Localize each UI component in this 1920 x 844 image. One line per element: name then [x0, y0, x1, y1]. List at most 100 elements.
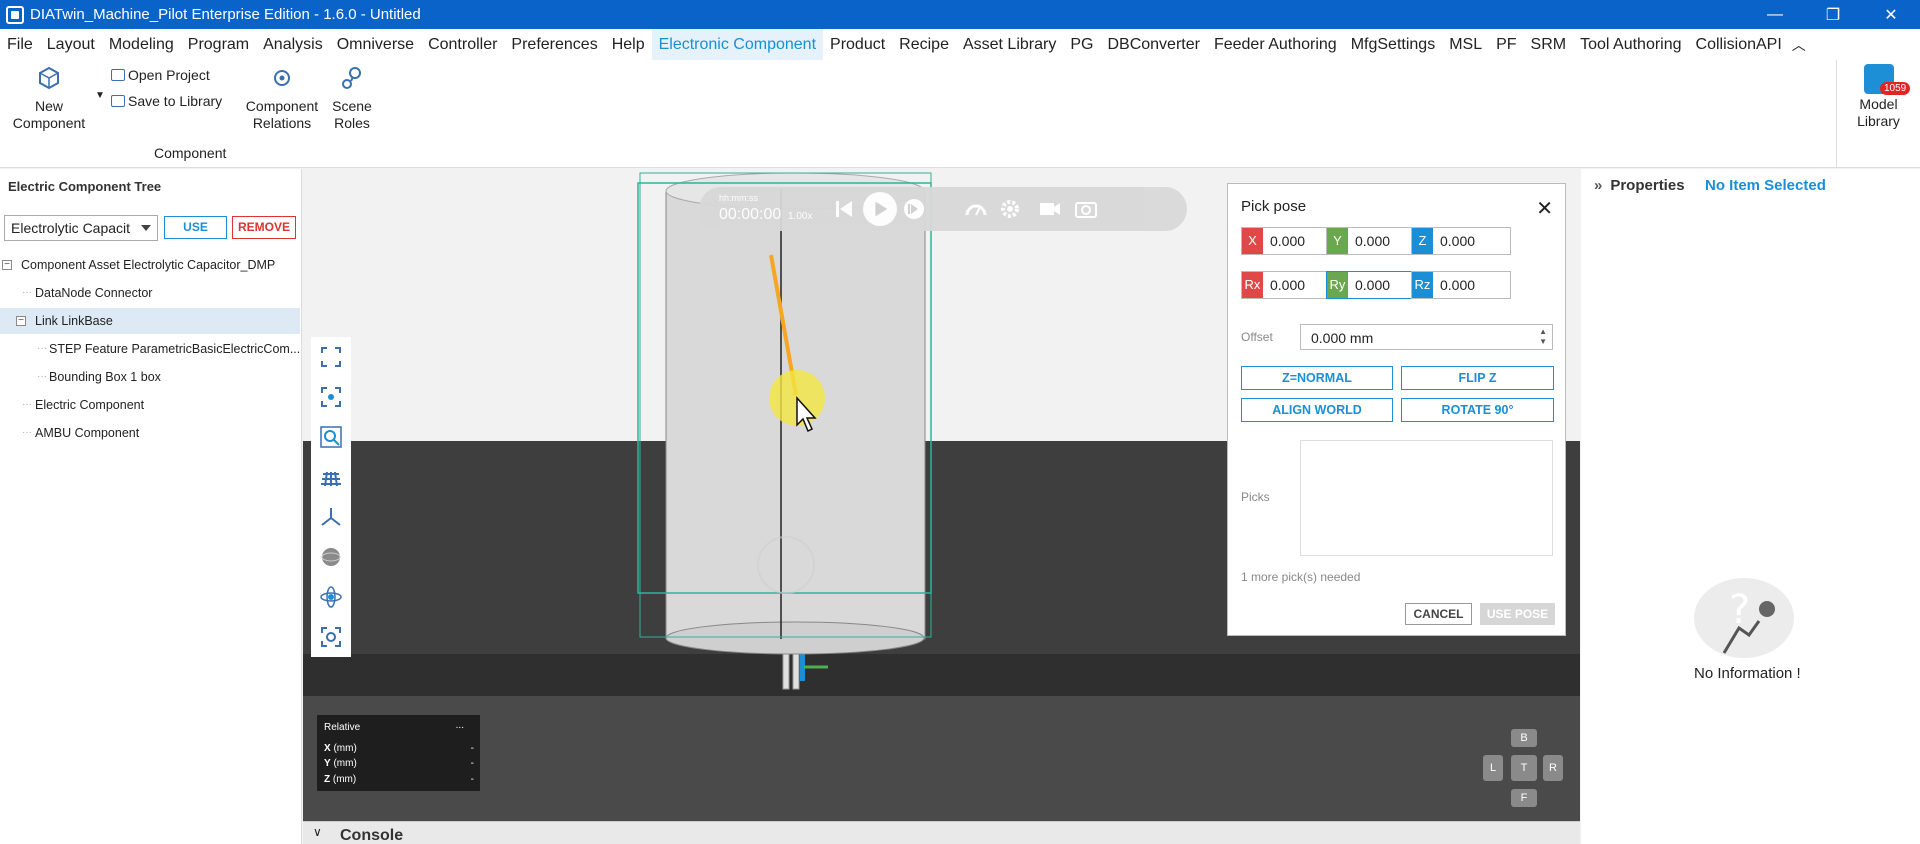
menu-collisionapi[interactable]: CollisionAPI — [1689, 29, 1789, 60]
menu-mfgsettings[interactable]: MfgSettings — [1344, 29, 1442, 60]
z-normal-button[interactable]: Z=NORMAL — [1241, 366, 1393, 390]
focus-icon[interactable] — [311, 617, 351, 657]
sphere-icon[interactable] — [311, 537, 351, 577]
tree-item-step-feature[interactable]: ··· STEP Feature ParametricBasicElectric… — [0, 336, 300, 362]
svg-text:?: ? — [1729, 587, 1750, 633]
view-cube-top[interactable]: T — [1511, 755, 1537, 781]
screenshot-camera-icon[interactable] — [1071, 194, 1101, 224]
component-relations-label-1: Component — [245, 98, 319, 114]
tree-item-electric-component[interactable]: ··· Electric Component — [0, 392, 300, 418]
fit-all-icon[interactable] — [311, 337, 351, 377]
menu-file[interactable]: File — [0, 29, 40, 60]
tree-item-datanode[interactable]: ··· DataNode Connector — [0, 280, 300, 306]
menu-product[interactable]: Product — [823, 29, 892, 60]
use-button[interactable]: USE — [164, 216, 227, 239]
menu-help[interactable]: Help — [605, 29, 652, 60]
tree-item-link[interactable]: − Link LinkBase — [0, 308, 300, 334]
menu-bar: File Layout Modeling Program Analysis Om… — [0, 29, 1920, 60]
unit-label: (mm) — [330, 774, 357, 785]
tree-item-component-asset[interactable]: − Component Asset Electrolytic Capacitor… — [0, 252, 300, 278]
menu-program[interactable]: Program — [181, 29, 256, 60]
tree-item-label: STEP Feature ParametricBasicElectricCom.… — [49, 342, 300, 356]
menu-msl[interactable]: MSL — [1442, 29, 1489, 60]
axis-label: X — [324, 743, 331, 754]
dialog-title: Pick pose — [1241, 198, 1307, 215]
menu-pf[interactable]: PF — [1489, 29, 1523, 60]
menu-electronic-component[interactable]: Electronic Component — [651, 29, 824, 60]
z-field[interactable]: Z 0.000 — [1411, 227, 1511, 255]
play-icon[interactable] — [863, 192, 897, 226]
menu-preferences[interactable]: Preferences — [504, 29, 604, 60]
electric-component-tree-panel: Electric Component Tree Electrolytic Cap… — [0, 169, 302, 844]
collapse-toggle-icon[interactable]: − — [2, 260, 12, 270]
collapse-toggle-icon[interactable]: − — [16, 316, 26, 326]
scene-roles-label-1: Scene — [332, 98, 372, 114]
unit-label: (mm) — [330, 743, 357, 754]
speed-gauge-icon[interactable] — [961, 194, 991, 224]
chevron-down-icon[interactable]: ∨ — [313, 825, 322, 839]
component-type-select[interactable]: Electrolytic Capacit — [4, 215, 158, 241]
model-library-button[interactable]: Model Library — [1836, 60, 1920, 168]
view-cube-left[interactable]: L — [1483, 755, 1503, 781]
remove-button[interactable]: REMOVE — [232, 216, 296, 239]
spinner-arrows-icon[interactable]: ▲ ▼ — [1539, 327, 1547, 347]
tree-item-bounding-box[interactable]: ··· Bounding Box 1 box — [0, 364, 300, 390]
menu-srm[interactable]: SRM — [1524, 29, 1574, 60]
rz-field[interactable]: Rz 0.000 — [1411, 271, 1511, 299]
rz-tag: Rz — [1412, 272, 1433, 298]
menu-omniverse[interactable]: Omniverse — [330, 29, 421, 60]
orbit-icon[interactable] — [311, 577, 351, 617]
offset-input[interactable]: 0.000 mm ▲ ▼ — [1300, 324, 1553, 350]
step-forward-icon[interactable] — [899, 194, 929, 224]
tree-item-label: DataNode Connector — [35, 286, 153, 300]
close-window-button[interactable]: ✕ — [1862, 0, 1920, 29]
skip-back-icon[interactable] — [829, 194, 859, 224]
minimize-button[interactable]: — — [1746, 0, 1804, 29]
component-relations-button[interactable]: Component Relations — [242, 65, 322, 132]
flip-z-button[interactable]: FLIP Z — [1401, 366, 1554, 390]
view-cube-back[interactable]: B — [1511, 729, 1537, 747]
playback-speed[interactable]: 1.00x — [788, 211, 812, 222]
menu-dbconverter[interactable]: DBConverter — [1100, 29, 1206, 60]
open-project-button[interactable]: Open Project — [111, 67, 210, 83]
scene-roles-button[interactable]: Scene Roles — [326, 65, 378, 132]
picks-list[interactable] — [1300, 440, 1553, 556]
cancel-button[interactable]: CANCEL — [1405, 603, 1472, 625]
new-component-button[interactable]: New Component — [10, 65, 88, 132]
align-world-button[interactable]: ALIGN WORLD — [1241, 398, 1393, 422]
close-icon[interactable]: ✕ — [1536, 196, 1553, 221]
tree-item-ambu-component[interactable]: ··· AMBU Component — [0, 420, 300, 446]
menu-feeder-authoring[interactable]: Feeder Authoring — [1207, 29, 1344, 60]
rotate-90-button[interactable]: ROTATE 90° — [1401, 398, 1554, 422]
save-to-library-button[interactable]: Save to Library — [111, 93, 222, 109]
tree-connector-icon: ··· — [37, 343, 47, 354]
view-cube-front[interactable]: F — [1511, 789, 1537, 807]
grid-icon[interactable] — [311, 457, 351, 497]
new-component-dropdown-icon[interactable]: ▼ — [95, 90, 105, 101]
use-pose-button[interactable]: USE POSE — [1480, 603, 1555, 625]
rx-value: 0.000 — [1270, 277, 1306, 293]
collapse-ribbon-icon[interactable]: ︿ — [1789, 35, 1809, 55]
more-options-icon[interactable]: ... — [456, 720, 464, 731]
panel-title: Electric Component Tree — [8, 179, 162, 194]
video-camera-icon[interactable] — [1035, 194, 1065, 224]
fit-selection-icon[interactable] — [311, 377, 351, 417]
restore-button[interactable]: ❐ — [1804, 0, 1862, 29]
menu-modeling[interactable]: Modeling — [102, 29, 181, 60]
axes-icon[interactable] — [311, 497, 351, 537]
menu-asset-library[interactable]: Asset Library — [956, 29, 1063, 60]
zoom-icon[interactable] — [311, 417, 351, 457]
menu-recipe[interactable]: Recipe — [892, 29, 956, 60]
menu-controller[interactable]: Controller — [421, 29, 504, 60]
menu-pg[interactable]: PG — [1063, 29, 1100, 60]
view-cube-right[interactable]: R — [1543, 755, 1563, 781]
menu-layout[interactable]: Layout — [40, 29, 102, 60]
picks-needed-status: 1 more pick(s) needed — [1241, 570, 1361, 584]
console-label[interactable]: Console — [340, 827, 403, 844]
ry-value: 0.000 — [1355, 277, 1391, 293]
menu-tool-authoring[interactable]: Tool Authoring — [1573, 29, 1688, 60]
settings-gear-icon[interactable] — [995, 194, 1025, 224]
time-format-label: hh:mm:ss — [719, 193, 759, 203]
expand-panel-icon[interactable]: » — [1594, 177, 1602, 194]
menu-analysis[interactable]: Analysis — [256, 29, 330, 60]
